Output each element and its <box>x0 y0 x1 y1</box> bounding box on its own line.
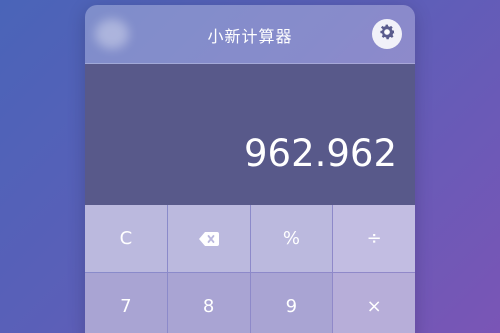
multiply-label: × <box>366 296 382 317</box>
multiply-button[interactable]: × <box>333 273 415 333</box>
display-value: 962.962 <box>243 132 397 175</box>
digit-7-button[interactable]: 7 <box>85 273 167 333</box>
divide-button[interactable]: ÷ <box>333 205 415 272</box>
title-bar: 小新计算器 <box>85 5 415 64</box>
digit-8-label: 8 <box>202 296 215 317</box>
digit-7-label: 7 <box>120 296 132 317</box>
result-display: 962.962 <box>85 64 415 205</box>
digit-9-button[interactable]: 9 <box>250 273 333 333</box>
clear-button[interactable]: C <box>85 205 167 272</box>
percent-label: % <box>282 228 300 249</box>
backspace-button[interactable] <box>167 205 250 272</box>
calculator-window: 小新计算器 962.962 C % ÷ 7 8 9 × <box>85 5 415 333</box>
divide-label: ÷ <box>366 228 382 249</box>
keypad: C % ÷ 7 8 9 × <box>85 205 415 333</box>
backspace-icon <box>198 231 219 246</box>
percent-button[interactable]: % <box>250 205 333 272</box>
settings-button[interactable] <box>372 19 402 49</box>
clear-label: C <box>119 228 133 249</box>
digit-9-label: 9 <box>285 296 298 317</box>
digit-8-button[interactable]: 8 <box>167 273 250 333</box>
app-title: 小新计算器 <box>207 27 293 46</box>
gear-icon <box>377 22 397 46</box>
